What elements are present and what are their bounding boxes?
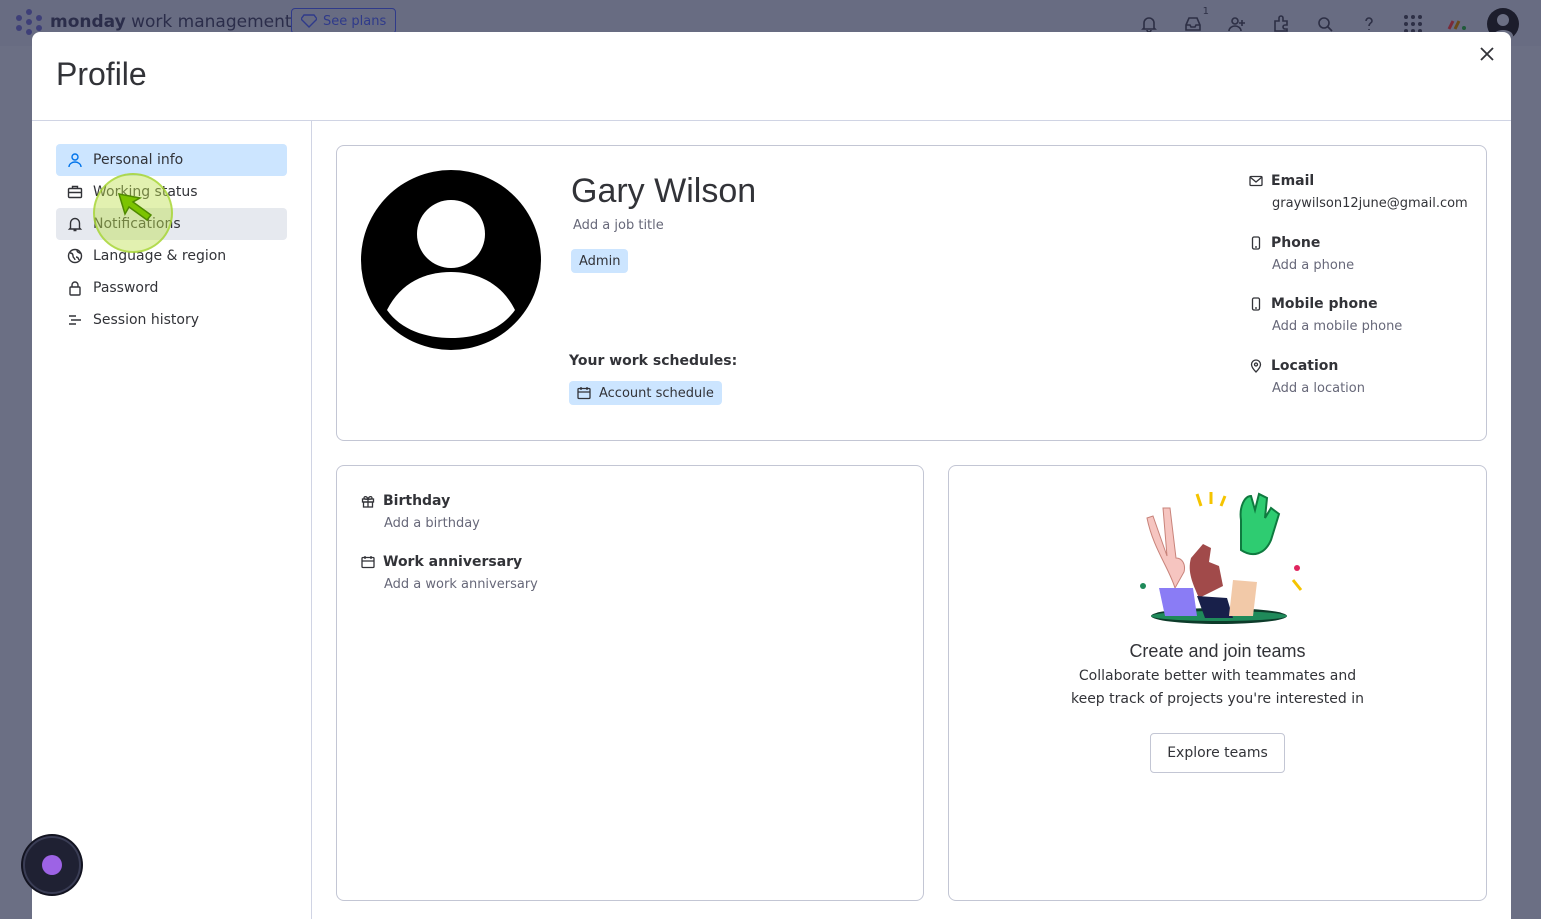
location-value[interactable]: Add a location — [1272, 381, 1365, 396]
default-avatar-icon — [387, 200, 515, 338]
see-plans-label: See plans — [323, 13, 387, 29]
email-field: Email graywilson12june@gmail.com — [1249, 173, 1468, 211]
brand-name: monday work management — [50, 12, 292, 32]
lock-icon — [69, 281, 81, 296]
explore-teams-button[interactable]: Explore teams — [1150, 733, 1285, 773]
mobile-phone-icon — [1251, 297, 1261, 311]
page-title: Profile — [56, 56, 147, 92]
modal-header: Profile — [32, 32, 1511, 121]
teams-description: Collaborate better with teammates and ke… — [949, 665, 1486, 711]
schedule-tag-label: Account schedule — [599, 385, 714, 401]
location-label: Location — [1271, 358, 1339, 374]
phone-label: Phone — [1271, 235, 1321, 251]
profile-sidebar: Personal info Working status Notificatio… — [32, 121, 312, 919]
birthday-field: Birthday Add a birthday — [361, 493, 480, 531]
teams-hands-illustration — [1140, 492, 1303, 624]
profile-avatar[interactable] — [361, 170, 541, 350]
birthday-label: Birthday — [383, 493, 451, 509]
see-plans-button[interactable]: See plans — [291, 8, 397, 34]
birthday-value[interactable]: Add a birthday — [384, 516, 480, 531]
teams-title: Create and join teams — [1129, 641, 1306, 661]
bell-icon — [67, 217, 83, 232]
phone-value[interactable]: Add a phone — [1272, 258, 1354, 273]
user-name[interactable]: Gary Wilson — [571, 172, 756, 211]
sidebar-item-session-history[interactable]: Session history — [56, 304, 287, 336]
work-anniversary-label: Work anniversary — [383, 554, 523, 570]
work-schedules-label: Your work schedules: — [569, 353, 738, 369]
account-schedule-tag[interactable]: Account schedule — [569, 381, 722, 405]
sidebar-item-password[interactable]: Password — [56, 272, 287, 304]
list-icon — [69, 315, 81, 325]
mobile-phone-value[interactable]: Add a mobile phone — [1272, 319, 1402, 334]
gift-icon — [361, 495, 375, 508]
ai-assistant-button[interactable] — [23, 836, 81, 894]
phone-icon — [1251, 236, 1261, 250]
assistant-orb-icon — [42, 855, 62, 875]
sidebar-item-label: Personal info — [93, 152, 184, 168]
work-anniversary-value[interactable]: Add a work anniversary — [384, 577, 538, 592]
sidebar-item-language-region[interactable]: Language & region — [56, 240, 287, 272]
mobile-phone-field: Mobile phone Add a mobile phone — [1249, 296, 1402, 334]
cursor-arrow-icon — [117, 193, 153, 222]
location-pin-icon — [1250, 359, 1262, 373]
briefcase-icon — [67, 185, 83, 199]
inbox-count-badge: 1 — [1202, 6, 1209, 17]
close-icon — [1480, 47, 1494, 61]
profile-modal: Profile Personal info Working status Not… — [32, 32, 1511, 919]
diamond-icon — [301, 14, 317, 28]
person-icon — [68, 153, 82, 168]
mail-icon — [1249, 175, 1263, 187]
teams-description-line: keep track of projects you're interested… — [1070, 691, 1365, 707]
phone-field: Phone Add a phone — [1249, 235, 1354, 273]
sidebar-item-personal-info[interactable]: Personal info — [56, 144, 287, 176]
sidebar-item-label: Password — [93, 280, 159, 296]
mobile-phone-label: Mobile phone — [1271, 296, 1378, 312]
teams-description-line: Collaborate better with teammates and — [1078, 668, 1357, 684]
dates-card: Birthday Add a birthday Work anniversary… — [336, 465, 924, 901]
email-value[interactable]: graywilson12june@gmail.com — [1272, 196, 1468, 211]
close-button[interactable] — [1475, 42, 1499, 66]
sidebar-item-label: Session history — [93, 312, 200, 328]
work-anniversary-field: Work anniversary Add a work anniversary — [361, 554, 538, 592]
calendar-icon — [361, 556, 375, 569]
personal-info-card: Gary Wilson Add a job title Admin Your w… — [336, 145, 1487, 441]
sidebar-item-label: Language & region — [93, 248, 227, 264]
job-title-field[interactable]: Add a job title — [573, 218, 664, 233]
email-label: Email — [1271, 173, 1315, 189]
location-field: Location Add a location — [1249, 358, 1365, 396]
calendar-icon — [577, 387, 591, 400]
role-badge: Admin — [571, 249, 629, 273]
globe-icon — [67, 248, 83, 264]
teams-card: Create and join teams Collaborate better… — [948, 465, 1487, 901]
